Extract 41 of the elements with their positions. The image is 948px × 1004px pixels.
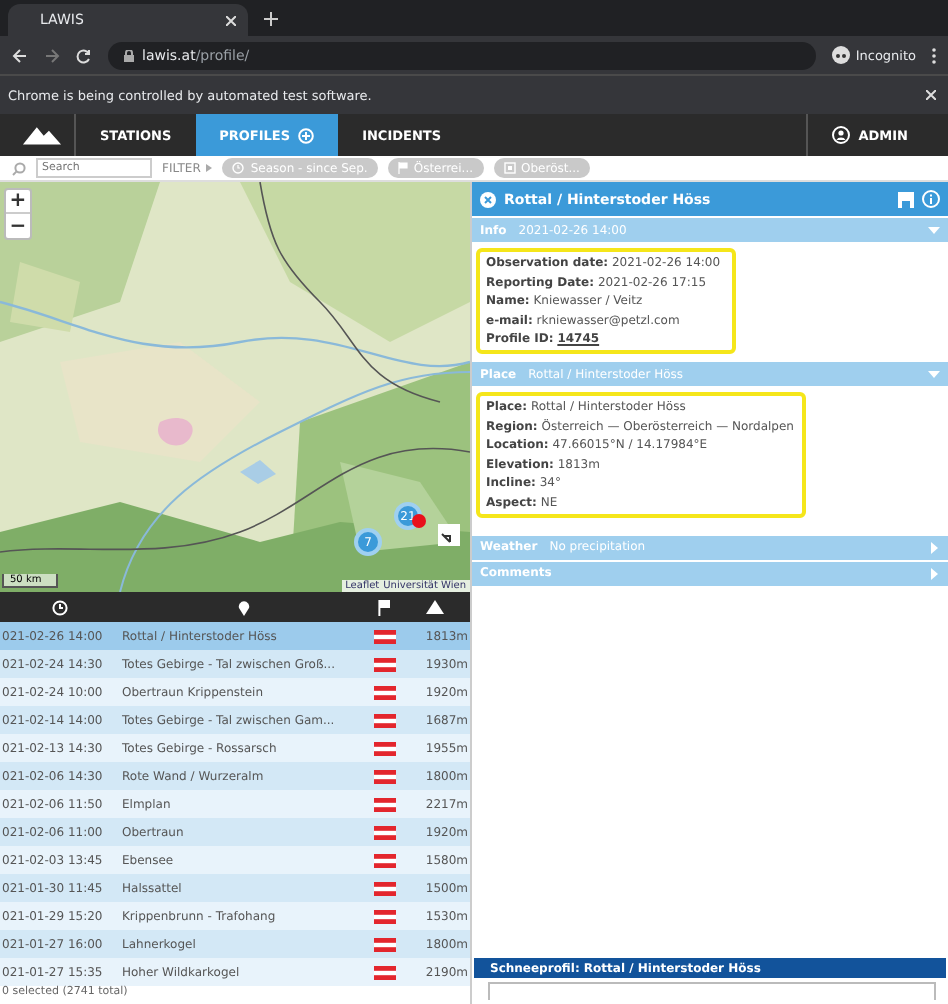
back-icon[interactable] (12, 47, 28, 63)
add-icon (298, 127, 315, 143)
austria-flag-icon (373, 713, 395, 727)
save-icon[interactable] (898, 191, 914, 207)
square-icon (503, 162, 516, 174)
caret-icon (928, 368, 940, 380)
incognito-icon (831, 46, 850, 64)
user-icon (832, 126, 851, 144)
chevron-icon (206, 164, 213, 172)
close-icon[interactable] (226, 15, 236, 25)
austria-flag-icon (373, 629, 395, 643)
austria-flag-icon (373, 657, 395, 671)
austria-flag-icon (373, 685, 395, 699)
austria-flag-icon (373, 909, 395, 923)
location-marker[interactable] (412, 514, 426, 528)
austria-flag-icon (373, 937, 395, 951)
forward-icon[interactable] (44, 47, 60, 63)
close-icon[interactable] (926, 90, 936, 100)
austria-flag-icon (373, 965, 395, 979)
reload-icon[interactable] (76, 47, 92, 63)
zoom-in-button[interactable]: + (6, 190, 30, 214)
austria-flag-icon (373, 741, 395, 755)
austria-flag-icon (373, 853, 395, 867)
caret-icon (928, 224, 940, 236)
search-icon (12, 161, 26, 175)
zoom-out-button[interactable]: − (6, 214, 30, 238)
caret-icon (928, 567, 940, 579)
flag-icon (397, 162, 408, 174)
clock-icon[interactable] (52, 599, 68, 615)
austria-flag-icon (373, 769, 395, 783)
info-icon[interactable] (922, 190, 940, 208)
caret-icon (928, 541, 940, 553)
lock-icon (124, 49, 134, 61)
austria-flag-icon (373, 797, 395, 811)
flag-icon[interactable] (378, 599, 390, 615)
pin-icon[interactable] (238, 599, 250, 615)
clock-icon (232, 162, 245, 174)
austria-flag-icon (373, 881, 395, 895)
new-tab-icon[interactable] (264, 12, 278, 26)
mountain-icon[interactable] (426, 600, 444, 614)
austria-flag-icon (373, 825, 395, 839)
